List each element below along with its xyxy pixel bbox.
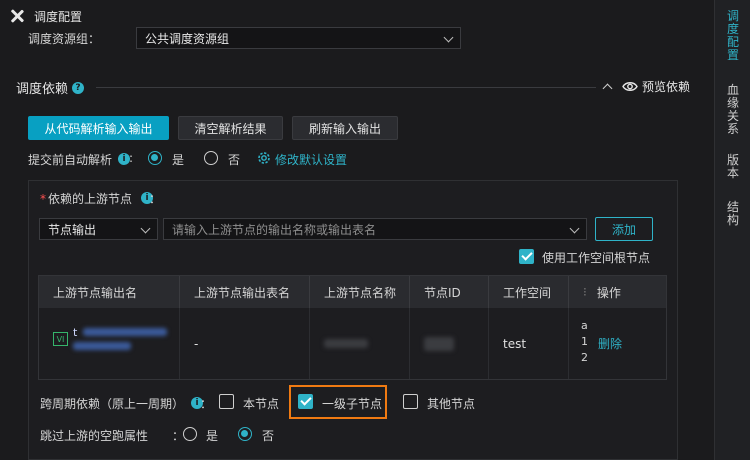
dependency-title-text: 调度依赖 bbox=[16, 82, 69, 97]
auto-parse-no-label: 否 bbox=[228, 153, 241, 167]
skip-dry-run-no-label: 否 bbox=[262, 429, 275, 443]
upstream-search-placeholder: 请输入上游节点的输出名称或输出表名 bbox=[172, 222, 377, 237]
resource-group-select[interactable]: 公共调度资源组 bbox=[136, 27, 461, 49]
column-header: 工作空间 bbox=[489, 276, 569, 308]
upstream-search-input[interactable]: 请输入上游节点的输出名称或输出表名 bbox=[163, 218, 587, 240]
upstream-label-colon: ： bbox=[149, 192, 162, 206]
other-node-checkbox[interactable] bbox=[403, 394, 418, 409]
auto-parse-yes-radio[interactable] bbox=[148, 151, 162, 165]
parse-from-code-button[interactable]: 从代码解析输入输出 bbox=[28, 116, 169, 140]
redacted-node-name bbox=[324, 339, 368, 348]
column-header: 上游节点名称 bbox=[310, 276, 410, 308]
ops-truncated-text: a 1 2 bbox=[581, 318, 588, 366]
ops-line: 2 bbox=[581, 351, 588, 364]
resource-group-label: 调度资源组： bbox=[28, 32, 101, 46]
right-tab-bar: 调 度 配 置 血 缘 关 系 版 本 结 构 bbox=[714, 0, 750, 460]
ops-line: 1 bbox=[581, 335, 588, 348]
cell-output-table: - bbox=[180, 308, 310, 379]
column-header: 上游节点输出表名 bbox=[180, 276, 310, 308]
preview-dependency-button[interactable]: 预览依赖 bbox=[622, 78, 690, 95]
cross-cycle-label: 跨周期依赖（原上一周期） bbox=[40, 397, 185, 411]
chevron-down-icon bbox=[569, 223, 580, 234]
modify-default-link[interactable]: 修改默认设置 bbox=[275, 151, 347, 168]
preview-dependency-label: 预览依赖 bbox=[642, 80, 691, 94]
column-header: 上游节点输出名 bbox=[39, 276, 180, 308]
upstream-label-text: 依赖的上游节点 bbox=[48, 192, 133, 206]
skip-dry-run-yes-radio[interactable] bbox=[183, 427, 197, 441]
cell-output-name: VI t bbox=[39, 308, 180, 379]
tab-char: 本 bbox=[726, 166, 739, 180]
tab-char: 系 bbox=[726, 122, 739, 136]
refresh-io-button[interactable]: 刷新输入输出 bbox=[292, 116, 398, 140]
other-node-label: 其他节点 bbox=[427, 397, 476, 411]
auto-parse-yes-label: 是 bbox=[172, 153, 185, 167]
close-icon[interactable] bbox=[10, 9, 24, 23]
chevron-down-icon bbox=[140, 223, 151, 234]
delete-link[interactable]: 删除 bbox=[598, 335, 622, 352]
upstream-type-value: 节点输出 bbox=[48, 222, 97, 237]
cell-node-name bbox=[310, 308, 410, 379]
output-name-prefix: t bbox=[73, 326, 78, 339]
skip-dry-run-label: 跳过上游的空跑属性 bbox=[40, 429, 149, 443]
auto-parse-label: 提交前自动解析 bbox=[28, 153, 113, 167]
column-header: ⁝ 操作 bbox=[569, 276, 666, 308]
info-icon[interactable]: ? bbox=[72, 81, 85, 94]
colon: : bbox=[129, 151, 134, 165]
tab-structure[interactable]: 结 构 bbox=[715, 201, 750, 227]
tab-schedule-config[interactable]: 调 度 配 置 bbox=[715, 10, 750, 62]
redacted-output-name bbox=[73, 342, 131, 350]
dependency-section-title: 调度依赖 ? bbox=[16, 78, 85, 97]
auto-parse-no-radio[interactable] bbox=[204, 151, 218, 165]
resource-group-value: 公共调度资源组 bbox=[145, 31, 230, 46]
redacted-node-id bbox=[424, 336, 454, 351]
gear-icon[interactable] bbox=[256, 150, 272, 166]
skip-dry-run-no-radio[interactable] bbox=[238, 427, 252, 441]
use-root-label: 使用工作空间根节点 bbox=[542, 251, 651, 265]
skip-dry-run-yes-label: 是 bbox=[206, 429, 219, 443]
self-node-label: 本节点 bbox=[243, 397, 280, 411]
highlight-box bbox=[289, 385, 387, 419]
ops-line: a bbox=[581, 319, 588, 332]
add-upstream-button[interactable]: 添加 bbox=[595, 217, 653, 241]
panel-header: 调度配置 bbox=[10, 7, 82, 25]
tab-char: 构 bbox=[726, 213, 739, 227]
redacted-output-name bbox=[83, 328, 167, 336]
cell-node-id bbox=[410, 308, 489, 379]
tab-char: 置 bbox=[726, 48, 739, 62]
panel-title: 调度配置 bbox=[34, 9, 83, 24]
column-resize-handle[interactable]: ⁝ bbox=[583, 285, 587, 299]
cross-cycle-colon: ： bbox=[200, 397, 213, 411]
cell-operations: a 1 2 删除 bbox=[569, 308, 666, 379]
chevron-down-icon bbox=[443, 32, 454, 43]
column-header-ops: 操作 bbox=[596, 285, 621, 300]
use-root-checkbox[interactable] bbox=[519, 249, 534, 264]
section-divider bbox=[96, 87, 596, 88]
cell-workspace: test bbox=[489, 308, 569, 379]
eye-icon bbox=[622, 82, 638, 91]
tab-lineage[interactable]: 血 缘 关 系 bbox=[715, 84, 750, 136]
tab-version[interactable]: 版 本 bbox=[715, 154, 750, 180]
upstream-table: 上游节点输出名 上游节点输出表名 上游节点名称 节点ID 工作空间 ⁝ 操作 VI… bbox=[38, 275, 667, 380]
table-header: 上游节点输出名 上游节点输出表名 上游节点名称 节点ID 工作空间 ⁝ 操作 bbox=[39, 276, 666, 308]
vi-badge-icon: VI bbox=[53, 332, 68, 346]
schedule-config-panel: 调度配置 调度资源组： 公共调度资源组 调度依赖 ? 预览依赖 从代码解析输入输… bbox=[0, 0, 714, 460]
upstream-label: * 依赖的上游节点 bbox=[40, 190, 132, 207]
column-header: 节点ID bbox=[410, 276, 489, 308]
self-node-checkbox[interactable] bbox=[219, 394, 234, 409]
upstream-type-select[interactable]: 节点输出 bbox=[39, 218, 158, 240]
required-mark: * bbox=[40, 192, 46, 206]
collapse-chevron-icon[interactable] bbox=[602, 83, 613, 94]
clear-parse-button[interactable]: 清空解析结果 bbox=[178, 116, 283, 140]
